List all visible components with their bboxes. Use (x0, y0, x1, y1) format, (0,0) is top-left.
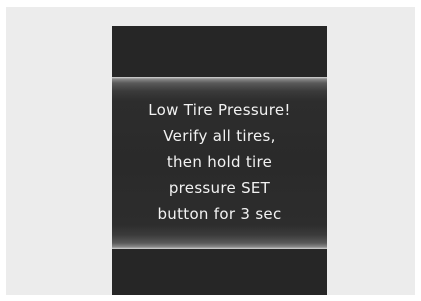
warning-line: then hold tire (166, 153, 273, 171)
warning-line: button for 3 sec (157, 205, 282, 223)
warning-line: pressure SET (168, 179, 271, 197)
warning-line: Verify all tires, (163, 127, 276, 145)
tire-pressure-warning-message: Low Tire Pressure! Verify all tires, the… (112, 97, 327, 227)
cluster-display: Low Tire Pressure! Verify all tires, the… (112, 26, 327, 295)
figure-background: Low Tire Pressure! Verify all tires, the… (6, 7, 415, 295)
warning-line: Low Tire Pressure! (148, 101, 291, 119)
